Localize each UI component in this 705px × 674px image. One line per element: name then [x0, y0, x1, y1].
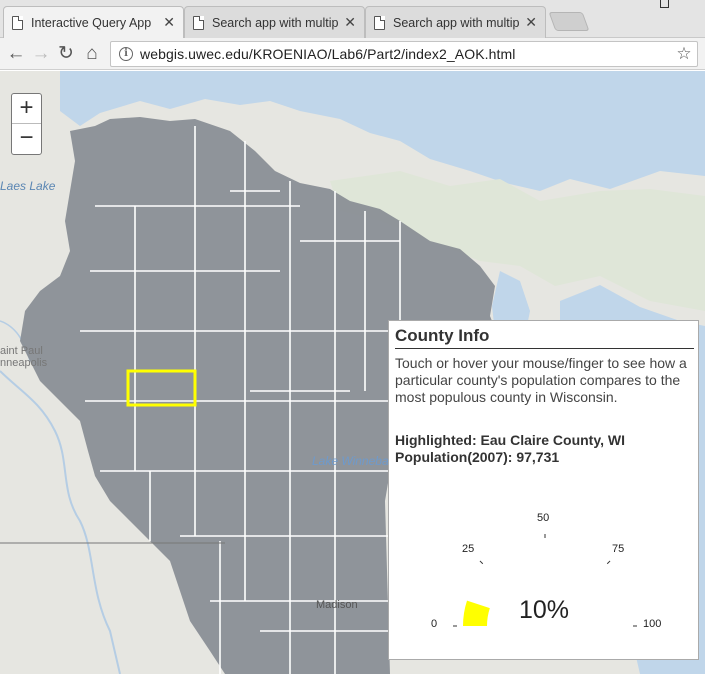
county-info-panel: County Info Touch or hover your mouse/fi… — [388, 320, 699, 660]
address-bar[interactable]: i webgis.uwec.edu/KROENIAO/Lab6/Part2/in… — [110, 41, 698, 67]
tab-title: Interactive Query App — [31, 15, 152, 30]
browser-tab-strip: Interactive Query App ✕ Search app with … — [0, 0, 705, 38]
panel-divider — [395, 348, 694, 349]
tab-title: Search app with multip — [393, 15, 520, 30]
population-gauge: 10% 0 25 50 75 100 — [389, 489, 700, 661]
tab-search-app-1[interactable]: Search app with multip ✕ — [184, 6, 365, 38]
browser-toolbar: ← → ↻ ⌂ i webgis.uwec.edu/KROENIAO/Lab6/… — [0, 38, 705, 70]
gauge-tick-label: 50 — [537, 512, 550, 524]
forward-button[interactable]: → — [29, 42, 53, 66]
zoom-in-button[interactable]: + — [12, 94, 41, 124]
gauge-tick-label: 75 — [611, 543, 625, 556]
tab-title: Search app with multip — [212, 15, 339, 30]
gauge-tick-label: 100 — [643, 618, 662, 630]
tab-interactive-query-app[interactable]: Interactive Query App ✕ — [3, 6, 184, 38]
county-population: Population(2007): 97,731 — [395, 449, 560, 465]
panel-title: County Info — [395, 326, 490, 345]
back-button[interactable]: ← — [4, 42, 28, 66]
url-text[interactable]: webgis.uwec.edu/KROENIAO/Lab6/Part2/inde… — [140, 46, 671, 62]
page-icon — [374, 15, 385, 30]
bookmark-star-icon[interactable]: ☆ — [671, 44, 697, 64]
map-label-city: aint Paul — [0, 345, 43, 357]
map-label-city: nneapolis — [0, 357, 48, 369]
window-control-icon[interactable] — [660, 0, 669, 8]
gauge-tick-mark — [479, 560, 484, 565]
site-info-icon[interactable]: i — [119, 47, 133, 61]
gauge-percent-label: 10% — [519, 596, 570, 624]
panel-description: Touch or hover your mouse/finger to see … — [395, 355, 687, 405]
close-icon[interactable]: ✕ — [344, 14, 356, 31]
zoom-out-button[interactable]: − — [12, 124, 41, 154]
tab-search-app-2[interactable]: Search app with multip ✕ — [365, 6, 546, 38]
gauge-tick-label: 25 — [462, 543, 475, 556]
close-icon[interactable]: ✕ — [525, 14, 537, 31]
page-icon — [193, 15, 204, 30]
reload-button[interactable]: ↻ — [54, 42, 78, 66]
zoom-control: + − — [11, 93, 42, 155]
gauge-fill — [463, 600, 490, 626]
home-button[interactable]: ⌂ — [80, 42, 104, 66]
highlighted-county-name: Highlighted: Eau Claire County, WI — [395, 432, 625, 448]
close-icon[interactable]: ✕ — [163, 14, 175, 31]
new-tab-button[interactable] — [548, 12, 590, 31]
gauge-tick-mark — [606, 560, 611, 565]
map-label-madison: Madison — [316, 599, 358, 611]
gauge-tick-label: 0 — [431, 618, 438, 630]
page-icon — [12, 15, 23, 30]
highlighted-county: Highlighted: Eau Claire County, WI Popul… — [395, 432, 695, 466]
map-label-lake: Laes Lake — [0, 179, 56, 193]
